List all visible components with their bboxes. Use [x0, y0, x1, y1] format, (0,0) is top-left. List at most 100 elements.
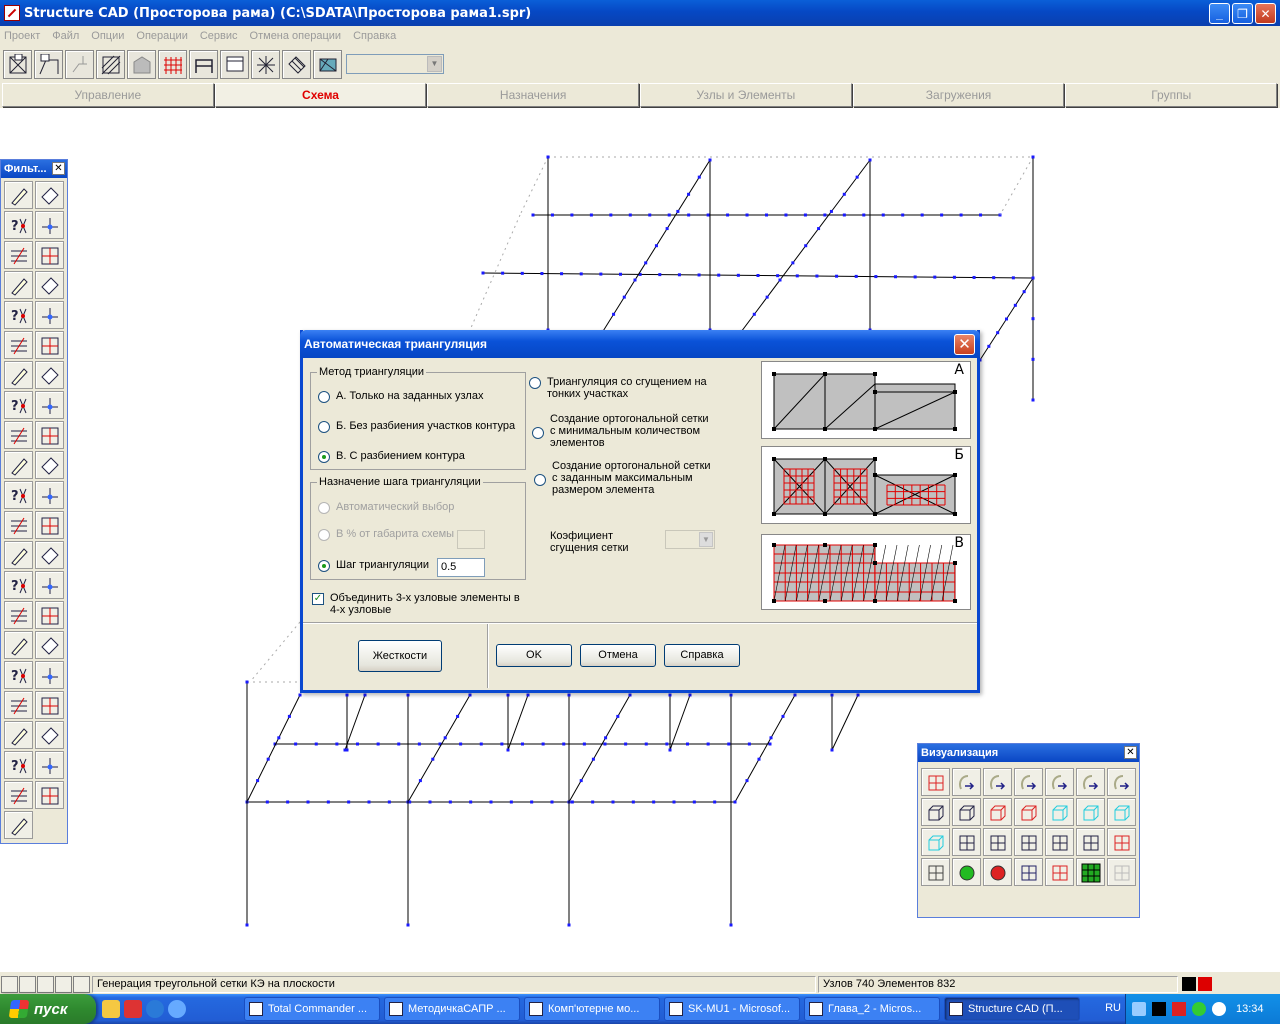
filter-button-24[interactable]	[4, 541, 33, 569]
edit-scheme-button[interactable]	[34, 49, 63, 79]
browser-icon[interactable]	[146, 1000, 164, 1018]
filter-button-41[interactable]	[35, 781, 64, 809]
filter-button-42[interactable]	[4, 811, 33, 839]
taskbar-task-1[interactable]: МетодичкаСАПР ...	[384, 997, 520, 1021]
viz-button-2[interactable]	[983, 768, 1012, 796]
filter-button-29[interactable]	[35, 601, 64, 629]
viz-button-17[interactable]	[1014, 828, 1043, 856]
filter-button-18[interactable]	[4, 451, 33, 479]
viz-button-25[interactable]	[1045, 858, 1074, 886]
menu-file[interactable]: Файл	[52, 30, 79, 42]
method-c-radio[interactable]: В. С разбиением контура	[318, 450, 465, 463]
ortho-min-radio[interactable]: Создание ортогональной сетки с минимальн…	[532, 413, 717, 449]
viz-button-14[interactable]	[921, 828, 950, 856]
filter-button-9[interactable]	[35, 301, 64, 329]
filter-button-22[interactable]	[4, 511, 33, 539]
filter-button-23[interactable]	[35, 511, 64, 539]
filter-button-30[interactable]	[4, 631, 33, 659]
menu-service[interactable]: Сервис	[200, 30, 238, 42]
viz-button-7[interactable]	[921, 798, 950, 826]
viz-button-8[interactable]	[952, 798, 981, 826]
filter-button-0[interactable]	[4, 181, 33, 209]
viz-button-6[interactable]	[1107, 768, 1136, 796]
taskbar-task-3[interactable]: SK-MU1 - Microsof...	[664, 997, 800, 1021]
star-mesh-button[interactable]	[251, 49, 280, 79]
maximize-button[interactable]: ❐	[1232, 3, 1253, 24]
language-indicator[interactable]: RU	[1105, 1002, 1121, 1014]
view-front-icon[interactable]	[1, 975, 18, 993]
filter-button-25[interactable]	[35, 541, 64, 569]
tab-assignments[interactable]: Назначения	[427, 83, 640, 107]
taskbar-task-5[interactable]: Structure CAD (П...	[944, 997, 1080, 1021]
filter-button-37[interactable]	[35, 721, 64, 749]
menu-operations[interactable]: Операции	[136, 30, 187, 42]
filter-panel-close-icon[interactable]: ✕	[52, 162, 65, 175]
grid-button[interactable]	[158, 49, 187, 79]
filter-button-8[interactable]: ?	[4, 301, 33, 329]
filter-button-39[interactable]	[35, 751, 64, 779]
ok-button[interactable]: OK	[496, 644, 572, 667]
filter-button-38[interactable]: ?	[4, 751, 33, 779]
viz-button-20[interactable]	[1107, 828, 1136, 856]
viz-button-21[interactable]	[921, 858, 950, 886]
viz-button-11[interactable]	[1045, 798, 1074, 826]
step-value-radio[interactable]: Шаг триангуляции	[318, 559, 429, 572]
filter-button-26[interactable]: ?	[4, 571, 33, 599]
filter-button-21[interactable]	[35, 481, 64, 509]
new-scheme-button[interactable]	[3, 49, 32, 79]
viz-button-5[interactable]	[1076, 768, 1105, 796]
cancel-button[interactable]: Отмена	[580, 644, 656, 667]
taskbar-task-2[interactable]: Комп'ютерне мо...	[524, 997, 660, 1021]
tray-icon-3[interactable]	[1172, 1002, 1186, 1016]
viz-button-4[interactable]	[1045, 768, 1074, 796]
menu-help[interactable]: Справка	[353, 30, 396, 42]
menu-options[interactable]: Опции	[91, 30, 124, 42]
filter-button-3[interactable]	[35, 211, 64, 239]
filter-button-12[interactable]	[4, 361, 33, 389]
filter-button-7[interactable]	[35, 271, 64, 299]
viz-button-23[interactable]	[983, 858, 1012, 886]
building-button[interactable]	[127, 49, 156, 79]
filter-button-4[interactable]	[4, 241, 33, 269]
viz-panel-close-icon[interactable]: ✕	[1124, 746, 1137, 759]
filter-button-5[interactable]	[35, 241, 64, 269]
dialog-close-button[interactable]: ✕	[954, 334, 975, 355]
filter-button-19[interactable]	[35, 451, 64, 479]
tab-groups[interactable]: Группы	[1065, 83, 1278, 107]
filter-button-28[interactable]	[4, 601, 33, 629]
step-percent-input[interactable]	[457, 530, 485, 549]
viz-button-9[interactable]	[983, 798, 1012, 826]
viz-button-1[interactable]	[952, 768, 981, 796]
triangulation-button[interactable]	[313, 49, 342, 79]
quick-launch-icon-4[interactable]	[168, 1000, 186, 1018]
viz-button-27[interactable]	[1107, 858, 1136, 886]
view-cross-icon[interactable]	[37, 975, 54, 993]
filter-button-1[interactable]	[35, 181, 64, 209]
tray-icon-1[interactable]	[1132, 1002, 1146, 1016]
tray-icon-5[interactable]	[1212, 1002, 1226, 1016]
filter-button-27[interactable]	[35, 571, 64, 599]
method-b-radio[interactable]: Б. Без разбиения участков контура	[318, 420, 515, 433]
tray-icon-2[interactable]	[1152, 1002, 1166, 1016]
filter-button-35[interactable]	[35, 691, 64, 719]
filter-button-40[interactable]	[4, 781, 33, 809]
step-percent-radio[interactable]: В % от габарита схемы	[318, 528, 454, 541]
frame-generator-button[interactable]	[189, 49, 218, 79]
filter-button-13[interactable]	[35, 361, 64, 389]
viz-button-16[interactable]	[983, 828, 1012, 856]
viz-button-18[interactable]	[1045, 828, 1074, 856]
tab-loads[interactable]: Загружения	[852, 83, 1065, 107]
filter-button-32[interactable]: ?	[4, 661, 33, 689]
viz-button-12[interactable]	[1076, 798, 1105, 826]
stiffness-button[interactable]: Жесткости	[358, 640, 442, 672]
view-dots-icon[interactable]	[19, 975, 36, 993]
viz-button-26[interactable]	[1076, 858, 1105, 886]
mesh-button[interactable]	[96, 49, 125, 79]
viz-button-13[interactable]	[1107, 798, 1136, 826]
close-button[interactable]: ✕	[1255, 3, 1276, 24]
window-button[interactable]	[220, 49, 249, 79]
tray-icon-4[interactable]	[1192, 1002, 1206, 1016]
help-button[interactable]: Справка	[664, 644, 740, 667]
filter-button-6[interactable]	[4, 271, 33, 299]
dense-triangulation-radio[interactable]: Триангуляция со сгущением на тонких учас…	[529, 376, 714, 400]
